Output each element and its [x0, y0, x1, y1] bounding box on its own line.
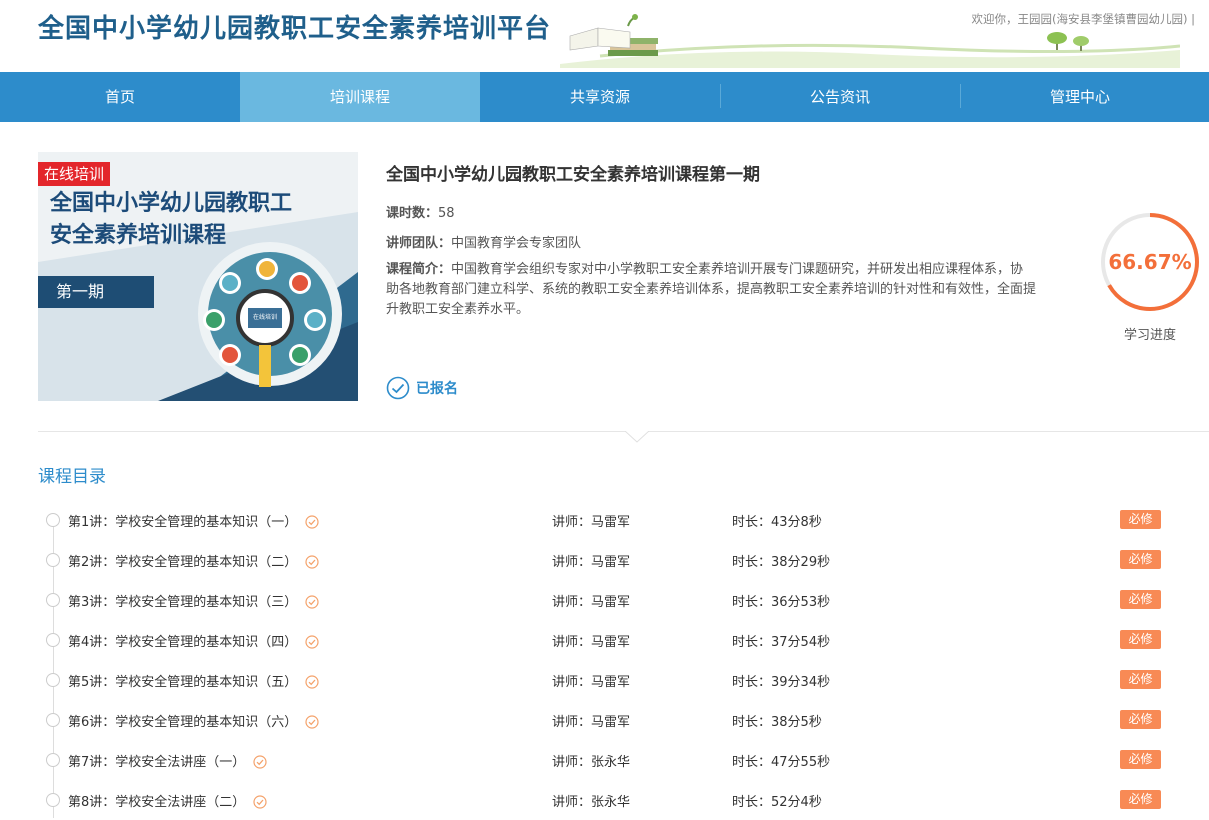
timeline-dot [46, 513, 60, 527]
nav-courses[interactable]: 培训课程 [240, 72, 480, 122]
lesson-title[interactable]: 第6讲：学校安全管理的基本知识（六） [68, 711, 319, 730]
lesson-title[interactable]: 第5讲：学校安全管理的基本知识（五） [68, 671, 319, 690]
timeline-dot [46, 633, 60, 647]
enrolled-label: 已报名 [416, 381, 458, 397]
lesson-teacher: 讲师：马雷军 [552, 555, 631, 570]
completed-check-icon [305, 675, 319, 689]
progress-label: 学习进度 [1123, 328, 1176, 343]
welcome-text[interactable]: 欢迎你，王园园(海安县李堡镇曹园幼儿园) | [971, 11, 1195, 27]
lesson-title[interactable]: 第8讲：学校安全法讲座（二） [68, 791, 267, 810]
main-nav: 首页 培训课程 共享资源 公告资讯 管理中心 [0, 72, 1209, 122]
lesson-teacher: 讲师：马雷军 [552, 635, 631, 650]
required-badge: 必修 [1120, 550, 1161, 569]
lesson-title[interactable]: 第3讲：学校安全管理的基本知识（三） [68, 591, 319, 610]
nav-announcements[interactable]: 公告资讯 [720, 72, 960, 122]
course-cover-image: 在线培训 全国中小学幼儿园教职工 安全素养培训课程 第一期 在线培训 [38, 152, 358, 401]
catalog-title: 课程目录 [38, 467, 106, 487]
timeline-dot [46, 713, 60, 727]
cover-title: 全国中小学幼儿园教职工 安全素养培训课程 [50, 191, 293, 248]
lesson-duration: 时长：38分5秒 [732, 715, 822, 730]
nav-home[interactable]: 首页 [0, 72, 240, 122]
lesson-title[interactable]: 第2讲：学校安全管理的基本知识（二） [68, 551, 319, 570]
timeline-dot [46, 753, 60, 767]
lesson-teacher: 讲师：张永华 [552, 795, 631, 810]
lesson-title[interactable]: 第1讲：学校安全管理的基本知识（一） [68, 511, 319, 530]
required-badge: 必修 [1120, 710, 1161, 729]
lesson-row[interactable]: 第5讲：学校安全管理的基本知识（五） 讲师：马雷军 时长：39分34秒 必修 [46, 660, 1176, 700]
header: 全国中小学幼儿园教职工安全素养培训平台 欢迎你，王园园(海安县李堡镇曹园幼儿园)… [0, 0, 1209, 72]
required-badge: 必修 [1120, 590, 1161, 609]
lesson-row[interactable]: 第1讲：学校安全管理的基本知识（一） 讲师：马雷军 时长：43分8秒 必修 [46, 500, 1176, 540]
completed-check-icon [305, 715, 319, 729]
lesson-duration: 时长：39分34秒 [732, 675, 831, 690]
cover-tag: 在线培训 [38, 162, 111, 186]
lesson-teacher: 讲师：张永华 [552, 755, 631, 770]
lesson-duration: 时长：47分55秒 [732, 755, 831, 770]
required-badge: 必修 [1120, 790, 1161, 809]
course-intro: 课程简介：中国教育学会组织专家对中小学教职工安全素养培训开展专门课题研究，并研发… [386, 262, 1037, 317]
completed-check-icon [305, 515, 319, 529]
lesson-duration: 时长：43分8秒 [732, 515, 822, 530]
lesson-teacher: 讲师：马雷军 [552, 595, 631, 610]
site-title[interactable]: 全国中小学幼儿园教职工安全素养培训平台 [38, 8, 551, 45]
course-hours: 课时数：58 [386, 206, 455, 221]
lesson-title[interactable]: 第4讲：学校安全管理的基本知识（四） [68, 631, 319, 650]
lesson-teacher: 讲师：马雷军 [552, 675, 631, 690]
progress-value: 66.67% [1108, 250, 1192, 274]
completed-check-icon [305, 635, 319, 649]
divider-notch [625, 431, 649, 443]
timeline-dot [46, 553, 60, 567]
timeline-dot [46, 793, 60, 807]
timeline-dot [46, 593, 60, 607]
lesson-duration: 时长：38分29秒 [732, 555, 831, 570]
cover-screen-text: 在线培训 [252, 314, 277, 321]
required-badge: 必修 [1120, 630, 1161, 649]
lesson-duration: 时长：37分54秒 [732, 635, 831, 650]
nav-resources[interactable]: 共享资源 [480, 72, 720, 122]
required-badge: 必修 [1120, 510, 1161, 529]
required-badge: 必修 [1120, 670, 1161, 689]
lesson-duration: 时长：52分4秒 [732, 795, 822, 810]
completed-check-icon [253, 755, 267, 769]
lesson-row[interactable]: 第2讲：学校安全管理的基本知识（二） 讲师：马雷军 时长：38分29秒 必修 [46, 540, 1176, 580]
lesson-teacher: 讲师：马雷军 [552, 715, 631, 730]
completed-check-icon [253, 795, 267, 809]
check-circle-icon [386, 376, 410, 400]
lesson-teacher: 讲师：马雷军 [552, 515, 631, 530]
lesson-row[interactable]: 第4讲：学校安全管理的基本知识（四） 讲师：马雷军 时长：37分54秒 必修 [46, 620, 1176, 660]
lesson-row[interactable]: 第6讲：学校安全管理的基本知识（六） 讲师：马雷军 时长：38分5秒 必修 [46, 700, 1176, 740]
lesson-row[interactable]: 第7讲：学校安全法讲座（一） 讲师：张永华 时长：47分55秒 必修 [46, 740, 1176, 780]
completed-check-icon [305, 595, 319, 609]
cover-issue: 第一期 [38, 276, 154, 308]
nav-admin[interactable]: 管理中心 [960, 72, 1200, 122]
course-name: 全国中小学幼儿园教职工安全素养培训课程第一期 [386, 165, 760, 185]
course-team: 讲师团队：中国教育学会专家团队 [386, 236, 582, 251]
enrolled-status: 已报名 [386, 376, 458, 400]
timeline-dot [46, 673, 60, 687]
lesson-title[interactable]: 第7讲：学校安全法讲座（一） [68, 751, 267, 770]
lesson-row[interactable]: 第3讲：学校安全管理的基本知识（三） 讲师：马雷军 时长：36分53秒 必修 [46, 580, 1176, 620]
completed-check-icon [305, 555, 319, 569]
lesson-row[interactable]: 第8讲：学校安全法讲座（二） 讲师：张永华 时长：52分4秒 必修 [46, 780, 1176, 820]
required-badge: 必修 [1120, 750, 1161, 769]
section-divider [38, 431, 1209, 432]
lesson-duration: 时长：36分53秒 [732, 595, 831, 610]
